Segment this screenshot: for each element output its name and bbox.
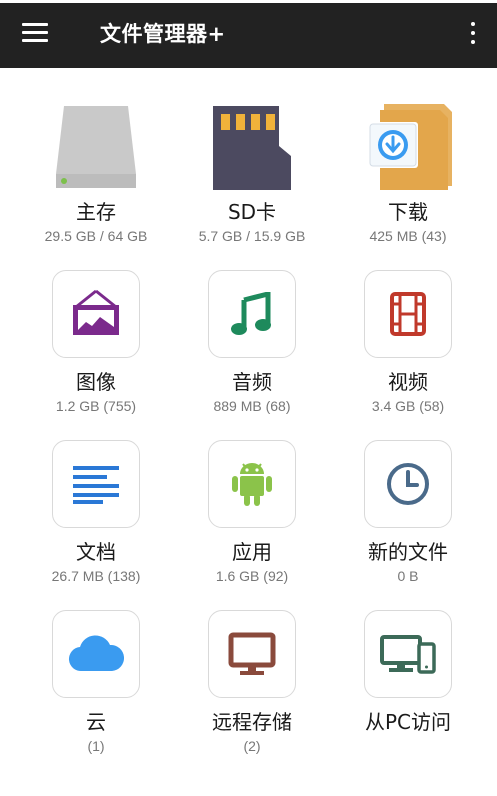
download-folder-icon: [358, 98, 458, 194]
tile-label: 下载: [388, 200, 428, 224]
tile-label: 主存: [76, 200, 116, 224]
tile-label: 图像: [76, 370, 116, 394]
cloud-icon: [52, 610, 140, 698]
internal-storage-icon: [46, 98, 146, 194]
tile-sd-card[interactable]: SD卡 5.7 GB / 15.9 GB: [172, 68, 332, 244]
tile-stats: (2): [243, 738, 261, 754]
tile-access-from-pc[interactable]: 从PC访问: [328, 578, 488, 748]
pc-phone-icon: [364, 610, 452, 698]
tile-audio[interactable]: 音频 889 MB (68): [172, 238, 332, 414]
tile-label: 远程存储: [212, 710, 292, 734]
music-note-icon: [208, 270, 296, 358]
tile-label: 视频: [388, 370, 428, 394]
tile-cloud[interactable]: 云 (1): [16, 578, 176, 754]
android-icon: [208, 440, 296, 528]
app-title: 文件管理器+: [100, 22, 226, 46]
tile-label: 应用: [232, 540, 272, 564]
sd-card-icon: [202, 98, 302, 194]
tile-label: 音频: [232, 370, 272, 394]
tile-downloads[interactable]: 下载 425 MB (43): [328, 68, 488, 244]
tile-video[interactable]: 视频 3.4 GB (58): [328, 238, 488, 414]
monitor-icon: [208, 610, 296, 698]
clock-icon: [364, 440, 452, 528]
tile-label: SD卡: [227, 200, 277, 224]
tile-label: 新的文件: [368, 540, 448, 564]
tile-label: 文档: [76, 540, 116, 564]
document-icon: [52, 440, 140, 528]
image-icon: [52, 270, 140, 358]
tile-stats: (1): [87, 738, 105, 754]
film-icon: [364, 270, 452, 358]
tile-recent-files[interactable]: 新的文件 0 B: [328, 408, 488, 584]
tile-apps[interactable]: 应用 1.6 GB (92): [172, 408, 332, 584]
tile-remote-storage[interactable]: 远程存储 (2): [172, 578, 332, 754]
tile-label: 从PC访问: [364, 710, 452, 734]
more-options-icon[interactable]: [465, 19, 481, 49]
tile-label: 云: [86, 710, 106, 734]
tile-documents[interactable]: 文档 26.7 MB (138): [16, 408, 176, 584]
tile-internal-storage[interactable]: 主存 29.5 GB / 64 GB: [16, 68, 176, 244]
tile-images[interactable]: 图像 1.2 GB (755): [16, 238, 176, 414]
app-bar: 文件管理器+: [0, 0, 497, 68]
hamburger-menu-icon[interactable]: [22, 21, 52, 45]
